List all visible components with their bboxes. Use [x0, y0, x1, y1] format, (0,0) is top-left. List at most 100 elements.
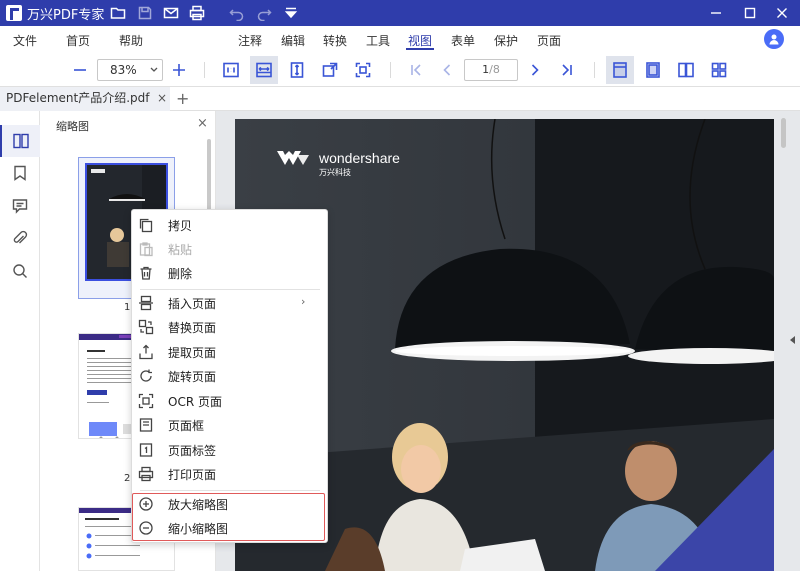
open-folder-icon[interactable] [110, 5, 126, 21]
zoom-in-button[interactable] [165, 56, 193, 84]
quick-access-dropdown-icon[interactable] [283, 5, 299, 21]
menu-item-insert-page[interactable]: 插入页面 › [132, 292, 327, 314]
toolbar-divider [390, 62, 391, 78]
side-rail [0, 111, 40, 571]
actual-size-button[interactable] [217, 56, 245, 84]
thumbnail-page-number: 2 [124, 473, 131, 484]
attachments-panel-button[interactable] [0, 223, 40, 255]
zoom-value: 83% [110, 63, 137, 77]
chevron-down-icon [150, 67, 158, 72]
copy-icon [138, 217, 154, 233]
menu-item-print-page[interactable]: 打印页面 [132, 463, 327, 485]
app-logo-icon [6, 5, 22, 21]
page-label-icon [138, 442, 154, 458]
title-bar: 万兴PDF专家 [0, 0, 800, 26]
menu-item-replace-page[interactable]: 替换页面 [132, 316, 327, 338]
two-page-view-button[interactable] [672, 56, 700, 84]
save-icon[interactable] [137, 5, 153, 21]
print-icon [138, 466, 154, 482]
menu-item-rotate-page[interactable]: 旋转页面 [132, 365, 327, 387]
print-icon[interactable] [189, 5, 205, 21]
close-button[interactable] [764, 0, 800, 26]
menu-item-label: 拷贝 [168, 219, 193, 233]
fit-height-button[interactable] [283, 56, 311, 84]
menu-help[interactable]: 帮助 [119, 32, 143, 49]
delete-icon [138, 265, 154, 281]
menu-item-label: 打印页面 [168, 468, 217, 482]
fit-width-button[interactable] [250, 56, 278, 84]
menu-item-ocr-page[interactable]: OCR 页面 [132, 390, 327, 412]
menu-item-page-label[interactable]: 页面标签 [132, 439, 327, 461]
menu-item-label: 删除 [168, 267, 193, 281]
menu-item-label: 旋转页面 [168, 370, 217, 384]
menu-separator [140, 289, 320, 290]
menu-home[interactable]: 首页 [66, 32, 90, 49]
insert-page-icon [138, 295, 154, 311]
highlight-annotation-box [132, 493, 325, 541]
last-page-button[interactable] [553, 56, 581, 84]
document-tab-bar: PDFelement产品介绍.pdf × + [0, 86, 800, 111]
minimize-button[interactable] [698, 0, 734, 26]
menu-bar: 文件 首页 帮助 注释 编辑 转换 工具 视图 表单 保护 页面 [0, 26, 800, 54]
paperclip-icon [13, 230, 28, 244]
zoom-out-button[interactable] [66, 56, 94, 84]
grid-view-button[interactable] [705, 56, 733, 84]
thumbnails-panel-button[interactable] [0, 125, 40, 157]
mail-icon[interactable] [163, 5, 179, 21]
menu-comment[interactable]: 注释 [238, 32, 262, 49]
user-avatar-icon[interactable] [764, 29, 784, 49]
close-tab-icon[interactable]: × [157, 87, 167, 110]
redo-icon[interactable] [256, 5, 272, 22]
maximize-button[interactable] [732, 0, 768, 26]
menu-item-delete[interactable]: 删除 [132, 262, 327, 284]
next-page-button[interactable] [521, 56, 549, 84]
menu-item-extract-page[interactable]: 提取页面 [132, 341, 327, 363]
menu-item-label: 页面标签 [168, 444, 217, 458]
app-title: 万兴PDF专家 [27, 8, 105, 23]
zoom-select[interactable]: 83% [97, 59, 163, 81]
bookmark-icon [14, 165, 26, 181]
new-tab-button[interactable]: + [176, 89, 189, 108]
menu-page[interactable]: 页面 [537, 32, 561, 49]
menu-tools[interactable]: 工具 [366, 32, 390, 49]
menu-item-label: OCR 页面 [168, 395, 222, 409]
menu-item-label: 插入页面 [168, 297, 217, 311]
menu-edit[interactable]: 编辑 [281, 32, 305, 49]
fit-visible-button[interactable] [316, 56, 344, 84]
page-number-input[interactable]: 1/8 [464, 59, 518, 81]
search-panel-button[interactable] [0, 255, 40, 287]
document-tab-label: PDFelement产品介绍.pdf [6, 91, 150, 105]
menu-file[interactable]: 文件 [13, 32, 37, 49]
menu-form[interactable]: 表单 [451, 32, 475, 49]
document-tab[interactable]: PDFelement产品介绍.pdf × [0, 87, 170, 111]
extract-page-icon [138, 344, 154, 360]
active-menu-indicator [406, 48, 434, 50]
previous-page-button[interactable] [433, 56, 461, 84]
comment-icon [12, 199, 28, 214]
menu-separator [140, 490, 320, 491]
menu-item-copy[interactable]: 拷贝 [132, 214, 327, 236]
continuous-view-button[interactable] [639, 56, 667, 84]
menu-item-label: 提取页面 [168, 346, 217, 360]
menu-protect[interactable]: 保护 [494, 32, 518, 49]
menu-item-paste[interactable]: 粘贴 [132, 238, 327, 260]
undo-icon[interactable] [229, 5, 245, 22]
comments-panel-button[interactable] [0, 190, 40, 222]
close-panel-icon[interactable]: × [197, 116, 208, 131]
logo-wordmark: wondershare [318, 150, 400, 166]
search-icon [13, 264, 27, 278]
thumbnails-icon [13, 133, 29, 149]
menu-convert[interactable]: 转换 [323, 32, 347, 49]
rotate-icon [138, 368, 154, 384]
first-page-button[interactable] [402, 56, 430, 84]
full-screen-button[interactable] [349, 56, 377, 84]
collapse-right-panel-icon[interactable] [790, 336, 795, 344]
thumbnail-panel-title: 缩略图 [56, 120, 89, 133]
document-scrollbar[interactable] [781, 118, 786, 148]
thumbnail-page-number: 1 [124, 302, 131, 313]
single-page-view-button[interactable] [606, 56, 634, 84]
menu-item-label: 粘贴 [168, 243, 193, 257]
bookmarks-panel-button[interactable] [0, 157, 40, 189]
menu-view[interactable]: 视图 [408, 32, 432, 49]
menu-item-page-box[interactable]: 页面框 [132, 414, 327, 436]
